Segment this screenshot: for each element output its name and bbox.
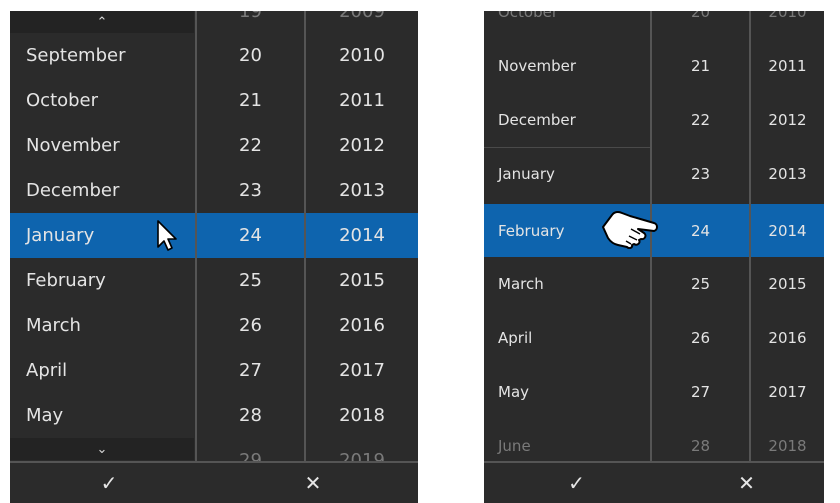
year-option[interactable]: 2013 <box>306 168 418 213</box>
month-option[interactable]: December <box>10 168 195 213</box>
month-option-selected[interactable]: January <box>10 213 195 258</box>
year-option[interactable]: 2017 <box>306 348 418 393</box>
day-option[interactable]: 20 <box>197 33 304 78</box>
year-option[interactable]: 2011 <box>306 78 418 123</box>
close-icon: ✕ <box>304 471 322 495</box>
month-option[interactable]: June <box>484 419 650 463</box>
month-option[interactable]: September <box>10 33 195 78</box>
year-option[interactable]: 2015 <box>306 258 418 303</box>
day-option[interactable]: 19 <box>197 11 304 34</box>
year-option[interactable]: 2017 <box>751 365 824 418</box>
year-option[interactable]: 2016 <box>751 311 824 364</box>
day-option-selected[interactable]: 24 <box>197 213 304 258</box>
year-option[interactable]: 2010 <box>306 33 418 78</box>
date-picker-touch: October November December January February Ma… <box>484 11 824 503</box>
day-option[interactable]: 22 <box>197 123 304 168</box>
year-option[interactable]: 2012 <box>306 123 418 168</box>
day-option[interactable]: 21 <box>197 78 304 123</box>
checkmark-icon: ✓ <box>100 471 118 495</box>
day-option[interactable]: 29 <box>197 438 304 463</box>
month-option[interactable]: April <box>484 311 650 364</box>
day-column[interactable]: 20 21 22 23 24 25 26 27 28 <box>652 11 751 463</box>
year-option[interactable]: 2018 <box>306 393 418 438</box>
month-option-selected[interactable]: February <box>484 204 650 257</box>
day-option[interactable]: 25 <box>652 257 749 310</box>
cancel-button[interactable]: ✕ <box>208 463 418 503</box>
year-option[interactable]: 2012 <box>751 93 824 146</box>
year-column[interactable]: 2010 2011 2012 2013 2014 2015 2016 2017 2018 <box>751 11 824 463</box>
day-option[interactable]: 25 <box>197 258 304 303</box>
day-column[interactable]: 19 20 21 22 23 24 25 26 27 28 29 <box>197 11 306 463</box>
scroll-down-icon[interactable]: ⌄ <box>10 438 194 460</box>
picker-footer: ✓ ✕ <box>484 461 824 503</box>
month-option[interactable]: February <box>10 258 195 303</box>
year-option[interactable]: 2013 <box>751 147 824 200</box>
year-column[interactable]: 2009 2010 2011 2012 2013 2014 2015 2016 2017 2018… <box>306 11 418 463</box>
month-option[interactable]: May <box>484 365 650 418</box>
day-option[interactable]: 20 <box>652 11 749 38</box>
month-option[interactable]: May <box>10 393 195 438</box>
year-option[interactable]: 2018 <box>751 419 824 463</box>
year-option[interactable]: 2011 <box>751 39 824 92</box>
day-option[interactable]: 22 <box>652 93 749 146</box>
year-option[interactable]: 2009 <box>306 11 418 34</box>
year-option-selected[interactable]: 2014 <box>306 213 418 258</box>
month-option[interactable]: April <box>10 348 195 393</box>
picker-footer: ✓ ✕ <box>10 461 418 503</box>
day-option[interactable]: 23 <box>197 168 304 213</box>
day-option[interactable]: 28 <box>652 419 749 463</box>
year-option[interactable]: 2015 <box>751 257 824 310</box>
day-option[interactable]: 28 <box>197 393 304 438</box>
date-picker-mouse: ⌃ ⌄ September October November December Janu… <box>10 11 418 503</box>
year-option[interactable]: 2010 <box>751 11 824 38</box>
day-option[interactable]: 27 <box>652 365 749 418</box>
day-option[interactable]: 23 <box>652 147 749 200</box>
month-option[interactable]: November <box>484 39 650 92</box>
day-option[interactable]: 27 <box>197 348 304 393</box>
year-option[interactable]: 2019 <box>306 438 418 463</box>
year-option-selected[interactable]: 2014 <box>751 204 824 257</box>
accept-button[interactable]: ✓ <box>10 463 208 503</box>
month-option[interactable]: November <box>10 123 195 168</box>
day-option-selected[interactable]: 24 <box>652 204 749 257</box>
close-icon: ✕ <box>738 471 755 495</box>
year-option[interactable]: 2016 <box>306 303 418 348</box>
month-option[interactable]: January <box>484 147 650 200</box>
checkmark-icon: ✓ <box>568 471 585 495</box>
month-column[interactable]: ⌃ ⌄ September October November December Janu… <box>10 11 197 463</box>
cancel-button[interactable]: ✕ <box>669 463 824 503</box>
month-option[interactable]: March <box>484 257 650 310</box>
accept-button[interactable]: ✓ <box>484 463 669 503</box>
month-option[interactable]: December <box>484 93 650 146</box>
month-option[interactable]: October <box>10 78 195 123</box>
day-option[interactable]: 26 <box>652 311 749 364</box>
day-option[interactable]: 26 <box>197 303 304 348</box>
day-option[interactable]: 21 <box>652 39 749 92</box>
scroll-up-icon[interactable]: ⌃ <box>10 11 194 33</box>
month-column[interactable]: October November December January February Ma… <box>484 11 652 463</box>
month-option[interactable]: October <box>484 11 650 38</box>
month-option[interactable]: March <box>10 303 195 348</box>
